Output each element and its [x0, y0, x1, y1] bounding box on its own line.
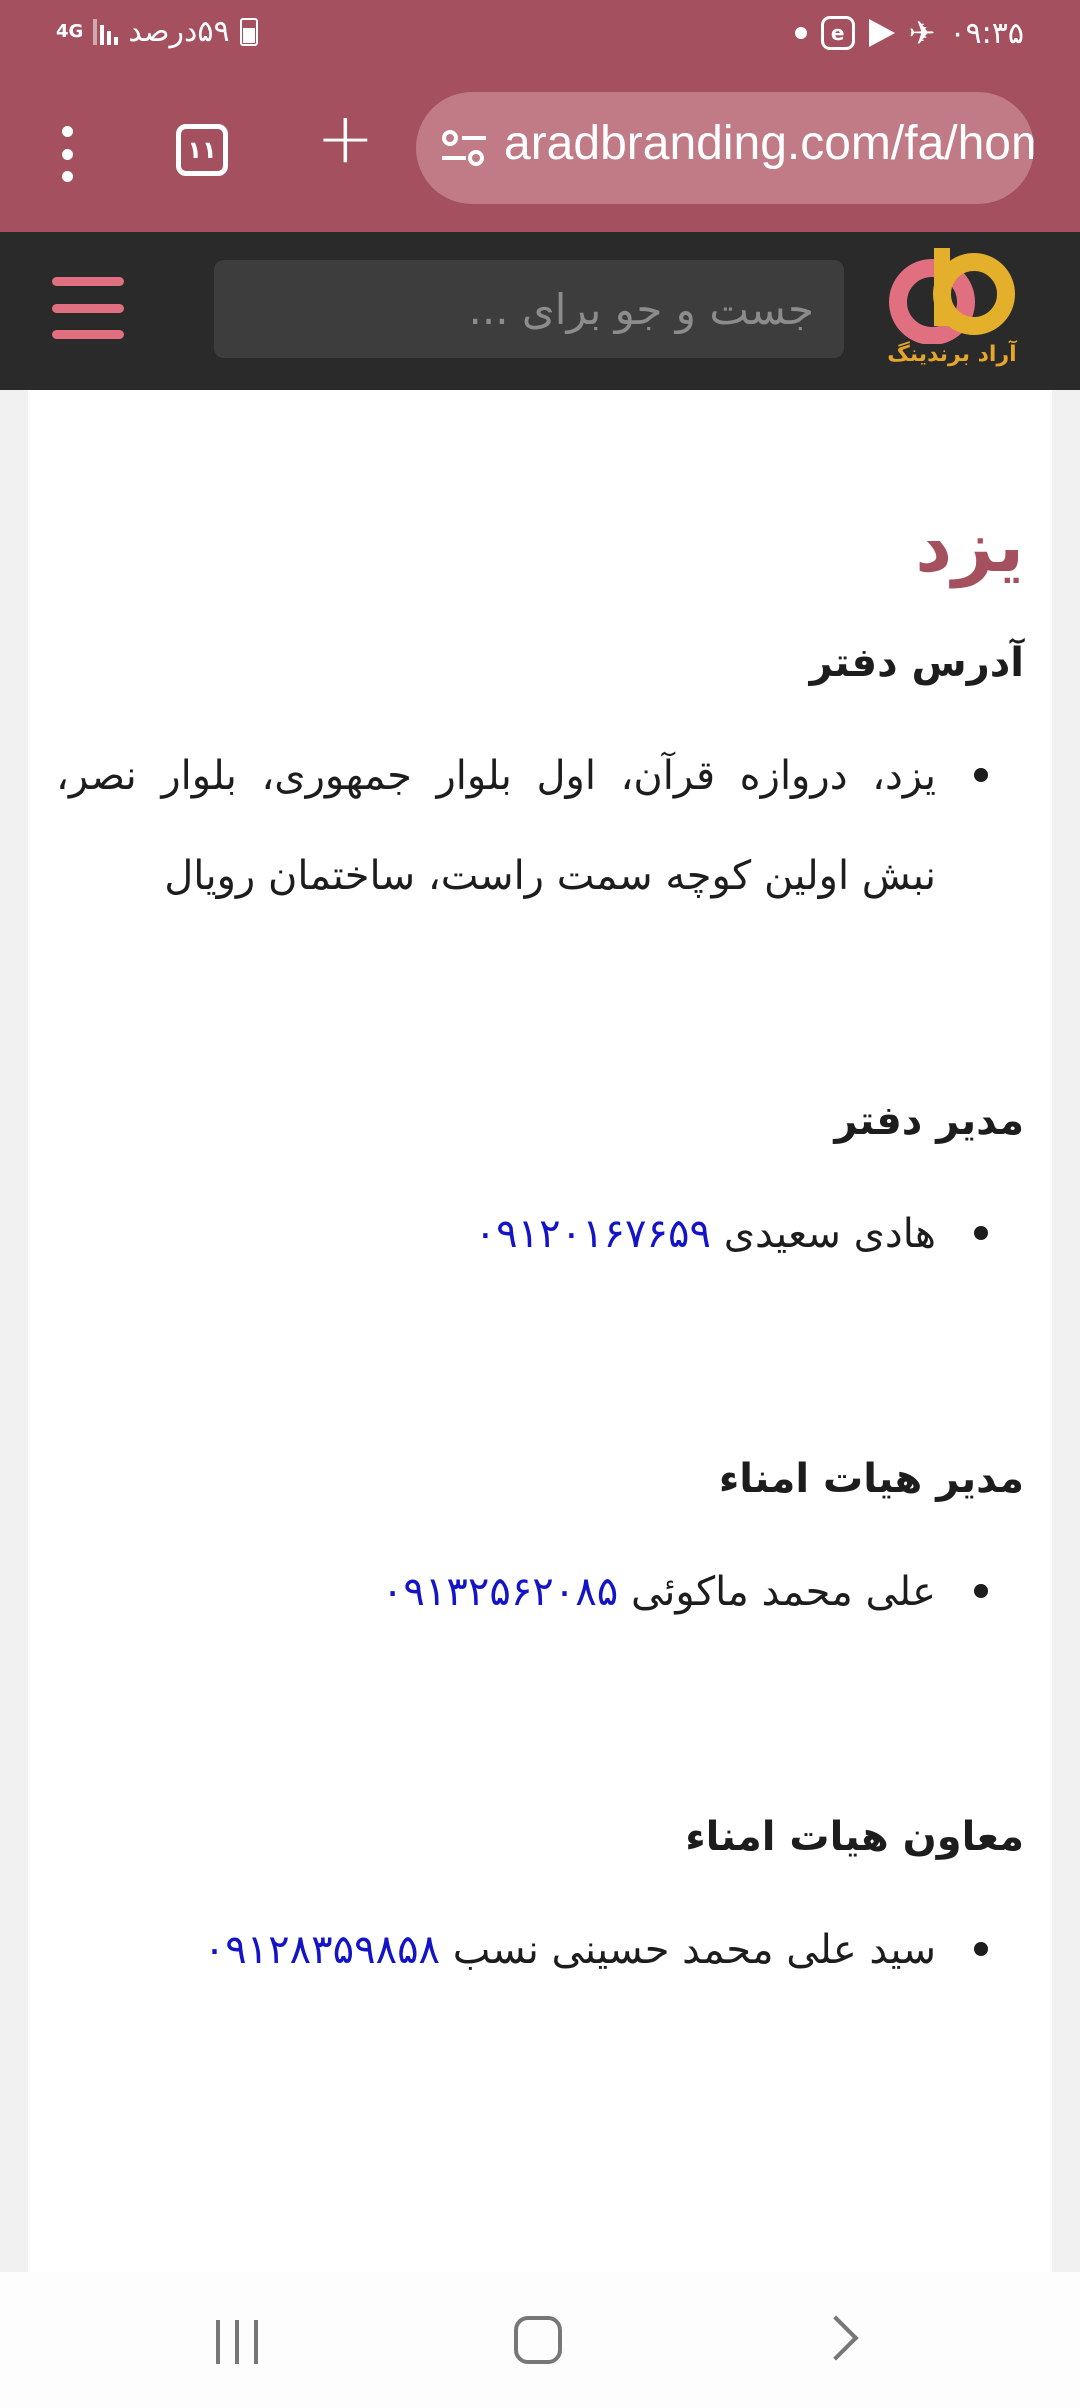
status-bar: ۵۹درصد 4G e ✈ ۰۹:۳۵: [0, 0, 1080, 68]
tab-switcher-button[interactable]: ۱۱: [176, 124, 228, 176]
address-list: یزد، دروازه قرآن، اول بلوار جمهوری، بلوا…: [56, 726, 1024, 926]
site-logo[interactable]: آراد برندینگ: [882, 244, 1022, 374]
network-type: 4G: [56, 20, 84, 42]
app-notification-icon: e: [820, 16, 855, 50]
page-title: یزد: [915, 504, 1024, 588]
section-heading-office-address: آدرس دفتر: [809, 640, 1024, 686]
phone-link[interactable]: ۰۹۱۲۰۱۶۷۶۵۹: [475, 1211, 711, 1257]
system-nav-bar: [0, 2272, 1080, 2408]
site-settings-icon[interactable]: [440, 126, 488, 170]
logo-text: آراد برندینگ: [887, 342, 1017, 367]
battery-icon: [239, 17, 258, 46]
status-left: ۵۹درصد 4G: [56, 14, 258, 49]
phone-link[interactable]: ۰۹۱۲۸۳۵۹۸۵۸: [204, 1927, 440, 1973]
phone-link[interactable]: ۰۹۱۳۲۵۶۲۰۸۵: [382, 1569, 618, 1615]
person-name: سید علی محمد حسینی نسب: [452, 1927, 936, 1973]
board-manager-list: علی محمد ماکوئی ۰۹۱۳۲۵۶۲۰۸۵: [56, 1542, 1024, 1642]
status-right: e ✈ ۰۹:۳۵: [794, 14, 1024, 52]
list-item: علی محمد ماکوئی ۰۹۱۳۲۵۶۲۰۸۵: [56, 1542, 988, 1642]
telegram-icon: ✈: [908, 14, 936, 52]
battery-level: ۵۹درصد: [128, 14, 230, 49]
hamburger-menu-icon[interactable]: [52, 277, 124, 339]
recent-apps-icon[interactable]: [216, 2320, 258, 2364]
person-name: هادی سعیدی: [723, 1211, 936, 1257]
content-card: یزد آدرس دفتر یزد، دروازه قرآن، اول بلوا…: [28, 390, 1052, 2272]
search-input[interactable]: [214, 260, 844, 358]
section-heading-board-manager: مدیر هیات امناء: [718, 1456, 1024, 1502]
list-item: هادی سعیدی ۰۹۱۲۰۱۶۷۶۵۹: [56, 1184, 988, 1284]
address-bar[interactable]: aradbranding.com/fa/home: [416, 92, 1034, 204]
browser-menu-icon[interactable]: [52, 126, 82, 182]
play-store-icon: [868, 19, 895, 47]
home-icon[interactable]: [514, 2316, 562, 2364]
section-heading-office-manager: مدیر دفتر: [834, 1098, 1024, 1144]
signal-icon: [93, 18, 119, 45]
notification-dot-icon: [794, 27, 807, 39]
url-text[interactable]: aradbranding.com/fa/home: [504, 116, 1034, 171]
clock: ۰۹:۳۵: [949, 15, 1024, 51]
board-deputy-list: سید علی محمد حسینی نسب ۰۹۱۲۸۳۵۹۸۵۸: [56, 1900, 1024, 2000]
site-header: آراد برندینگ: [0, 232, 1080, 390]
back-icon[interactable]: [813, 2315, 859, 2361]
list-item: یزد، دروازه قرآن، اول بلوار جمهوری، بلوا…: [56, 726, 988, 926]
office-manager-list: هادی سعیدی ۰۹۱۲۰۱۶۷۶۵۹: [56, 1184, 1024, 1284]
logo-mark-icon: [889, 248, 1015, 345]
browser-toolbar: ۱۱ + aradbranding.com/fa/home: [0, 68, 1080, 232]
list-item: سید علی محمد حسینی نسب ۰۹۱۲۸۳۵۹۸۵۸: [56, 1900, 988, 2000]
new-tab-button[interactable]: +: [316, 103, 375, 173]
person-name: علی محمد ماکوئی: [630, 1569, 936, 1615]
section-heading-board-deputy: معاون هیات امناء: [685, 1814, 1024, 1860]
